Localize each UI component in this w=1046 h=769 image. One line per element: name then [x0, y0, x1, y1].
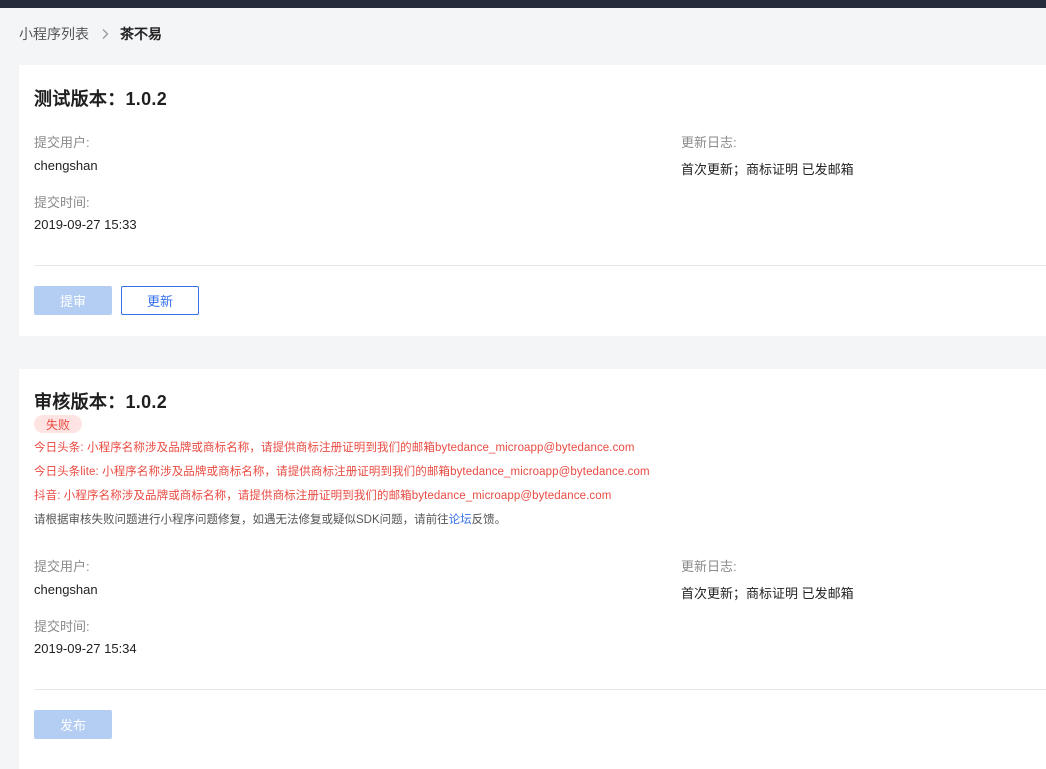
breadcrumb-miniapp-list[interactable]: 小程序列表 [19, 24, 89, 44]
review-changelog-label: 更新日志: [681, 559, 737, 574]
test-time-value: 2019-09-27 15:33 [34, 217, 137, 232]
test-changelog-value: 首次更新；商标证明 已发邮箱 [681, 162, 854, 177]
top-nav-bar [0, 0, 1046, 8]
fix-hint-suffix: 反馈。 [471, 514, 507, 526]
fix-hint-prefix: 请根据审核失败问题进行小程序问题修复，如遇无法修复或疑似SDK问题，请前往 [34, 514, 449, 526]
error-message-toutiao-lite: 今日头条lite: 小程序名称涉及品牌或商标名称，请提供商标注册证明到我们的邮箱… [34, 466, 650, 478]
review-version-card: 审核版本：1.0.2 失败 今日头条: 小程序名称涉及品牌或商标名称，请提供商标… [19, 369, 1046, 769]
review-time-label: 提交时间: [34, 619, 90, 634]
test-card-divider [34, 265, 1046, 266]
test-version-card: 测试版本：1.0.2 提交用户: chengshan 提交时间: 2019-09… [19, 65, 1046, 336]
test-time-label: 提交时间: [34, 195, 90, 210]
fix-hint: 请根据审核失败问题进行小程序问题修复，如遇无法修复或疑似SDK问题，请前往论坛反… [34, 511, 506, 527]
chevron-right-icon [99, 28, 111, 40]
test-version-title: 测试版本：1.0.2 [34, 89, 168, 109]
forum-link[interactable]: 论坛 [449, 514, 472, 526]
review-time-value: 2019-09-27 15:34 [34, 641, 137, 656]
error-message-douyin: 抖音: 小程序名称涉及品牌或商标名称，请提供商标注册证明到我们的邮箱byteda… [34, 490, 612, 502]
review-card-divider [34, 689, 1046, 690]
review-submitter-label: 提交用户: [34, 559, 90, 574]
review-version-title: 审核版本：1.0.2 [34, 392, 168, 412]
review-submitter-value: chengshan [34, 582, 98, 597]
test-changelog-label: 更新日志: [681, 135, 737, 150]
error-message-toutiao: 今日头条: 小程序名称涉及品牌或商标名称，请提供商标注册证明到我们的邮箱byte… [34, 442, 635, 454]
publish-button[interactable]: 发布 [34, 710, 112, 739]
submit-review-button[interactable]: 提审 [34, 286, 112, 315]
update-button[interactable]: 更新 [121, 286, 199, 315]
status-badge: 失败 [34, 415, 82, 433]
test-submitter-label: 提交用户: [34, 135, 90, 150]
review-changelog-value: 首次更新；商标证明 已发邮箱 [681, 586, 854, 601]
test-submitter-value: chengshan [34, 158, 98, 173]
breadcrumb: 小程序列表 茶不易 [19, 24, 162, 44]
breadcrumb-current-app: 茶不易 [120, 26, 162, 42]
